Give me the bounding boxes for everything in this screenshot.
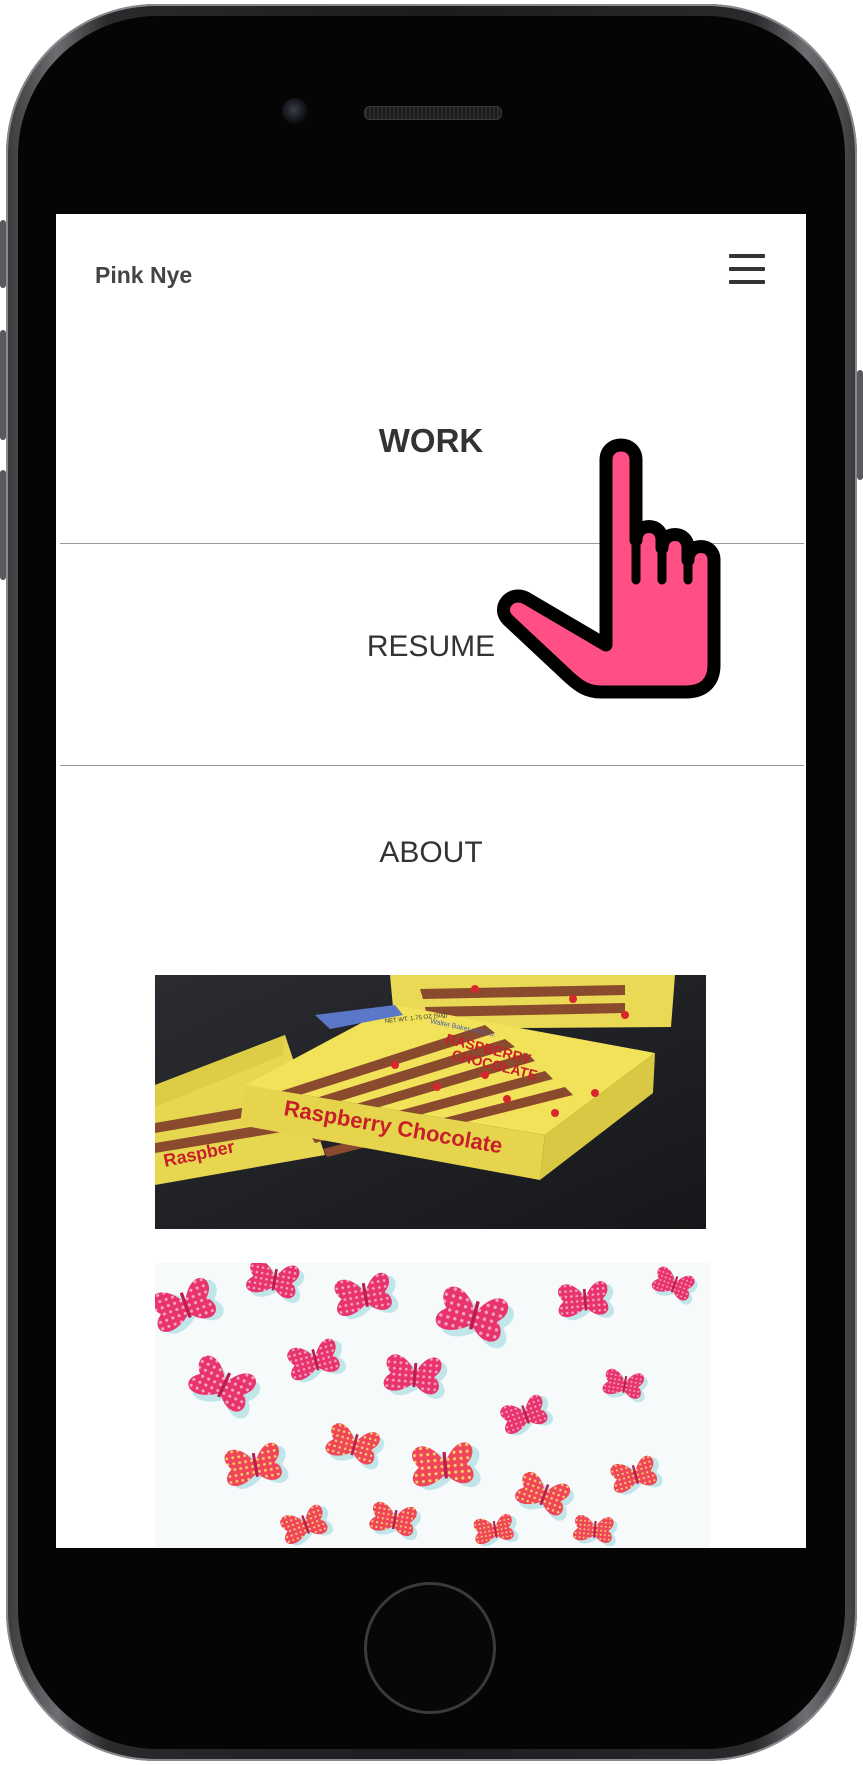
project-thumbnail-raspberry-chocolate[interactable]: Raspberry Chocolate Raspber RASPBERRY CH… xyxy=(155,975,706,1229)
volume-up-button xyxy=(0,330,6,440)
nav-item-about[interactable]: ABOUT xyxy=(56,836,806,870)
butterflies-image xyxy=(155,1263,710,1548)
nav-divider xyxy=(60,765,804,766)
phone-screen: Pink Nye WORK RESUME ABOUT Raspberry Cho… xyxy=(56,214,806,1548)
home-button[interactable] xyxy=(364,1582,496,1714)
earpiece-speaker xyxy=(364,106,502,120)
volume-down-button xyxy=(0,470,6,580)
mute-switch xyxy=(0,220,6,288)
pointing-hand-icon xyxy=(486,430,746,715)
front-camera xyxy=(282,98,308,124)
power-button xyxy=(857,370,863,480)
hamburger-menu-icon[interactable] xyxy=(729,254,765,288)
raspberry-chocolate-image: Raspberry Chocolate Raspber RASPBERRY CH… xyxy=(155,975,706,1229)
site-name[interactable]: Pink Nye xyxy=(95,262,192,289)
project-thumbnail-butterflies[interactable] xyxy=(155,1263,710,1548)
